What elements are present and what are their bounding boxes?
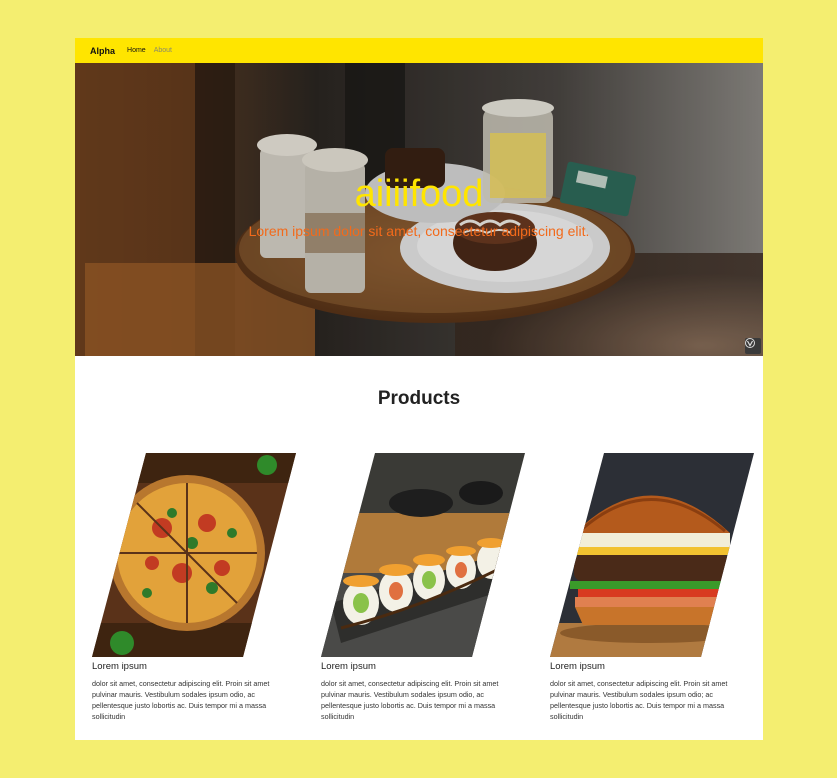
pizza-image[interactable] <box>92 453 297 657</box>
product-title: Lorem ipsum <box>321 661 376 672</box>
product-description: dolor sit amet, consectetur adipiscing e… <box>92 679 270 721</box>
product-description: dolor sit amet, consectetur adipiscing e… <box>321 679 499 721</box>
product-title: Lorem ipsum <box>92 661 147 672</box>
hero-subtitle: Lorem ipsum dolor sit amet, consectetur … <box>248 223 590 239</box>
burger-image[interactable] <box>550 453 755 657</box>
nav-link-home[interactable]: Home <box>127 47 146 54</box>
hero-banner: aiiiifood Lorem ipsum dolor sit amet, co… <box>75 63 763 356</box>
product-card[interactable]: Lorem ipsum dolor sit amet, consectetur … <box>550 453 755 722</box>
hero-title: aiiiifood <box>354 173 484 215</box>
product-card[interactable]: Lorem ipsum dolor sit amet, consectetur … <box>92 453 297 722</box>
sushi-image[interactable] <box>321 453 526 657</box>
products-heading: Products <box>377 388 461 409</box>
product-description: dolor sit amet, consectetur adipiscing e… <box>550 679 728 721</box>
brand-logo[interactable]: Alpha <box>90 46 115 56</box>
product-title: Lorem ipsum <box>550 661 605 672</box>
vue-logo-icon[interactable] <box>745 338 761 354</box>
navbar: Alpha Home About <box>75 38 763 63</box>
nav-link-about[interactable]: About <box>154 47 172 54</box>
page-container: Alpha Home About aiiiifood Lorem ipsum d… <box>75 38 763 740</box>
product-card[interactable]: Lorem ipsum dolor sit amet, consectetur … <box>321 453 526 722</box>
